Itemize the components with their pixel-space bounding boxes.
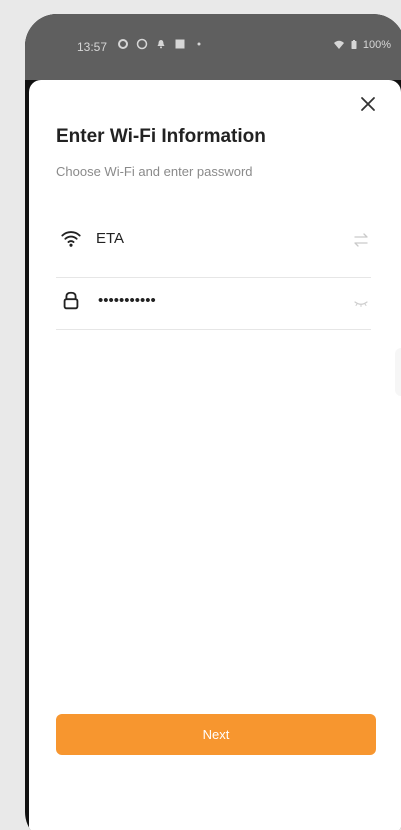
wifi-password-field[interactable] <box>56 277 371 330</box>
wifi-dialog: Enter Wi-Fi Information Choose Wi-Fi and… <box>29 80 401 830</box>
wifi-ssid-field[interactable]: ETA <box>56 211 371 278</box>
visibility-toggle-icon[interactable] <box>351 293 371 313</box>
page: 13:57 100% Enter Wi-Fi Information Choos… <box>0 0 401 830</box>
next-button[interactable]: Next <box>56 714 376 755</box>
status-bar: 13:57 100% <box>25 14 401 80</box>
lock-icon <box>63 291 79 310</box>
battery-percent: 100% <box>362 39 391 51</box>
bell-icon <box>157 40 165 49</box>
square-icon <box>175 39 185 49</box>
wifi-icon <box>61 231 81 247</box>
close-icon <box>361 97 375 111</box>
status-time: 13:57 <box>77 40 108 54</box>
close-button[interactable] <box>357 93 379 115</box>
dialog-title: Enter Wi-Fi Information <box>56 126 266 147</box>
side-handle <box>395 348 401 396</box>
dialog-subtitle: Choose Wi-Fi and enter password <box>56 164 253 179</box>
switch-network-icon[interactable] <box>351 230 371 250</box>
wifi-ssid-value: ETA <box>96 230 125 247</box>
ring-icon <box>136 38 148 50</box>
battery-icon <box>351 40 357 49</box>
dot-icon <box>197 42 201 46</box>
password-input[interactable] <box>96 291 340 310</box>
notification-circle-icon <box>118 39 128 49</box>
wifi-status-icon <box>333 40 344 49</box>
status-icons-left <box>117 38 205 50</box>
phone-frame: 13:57 100% Enter Wi-Fi Information Choos… <box>25 14 401 830</box>
status-icons-right: 100% <box>333 39 391 51</box>
